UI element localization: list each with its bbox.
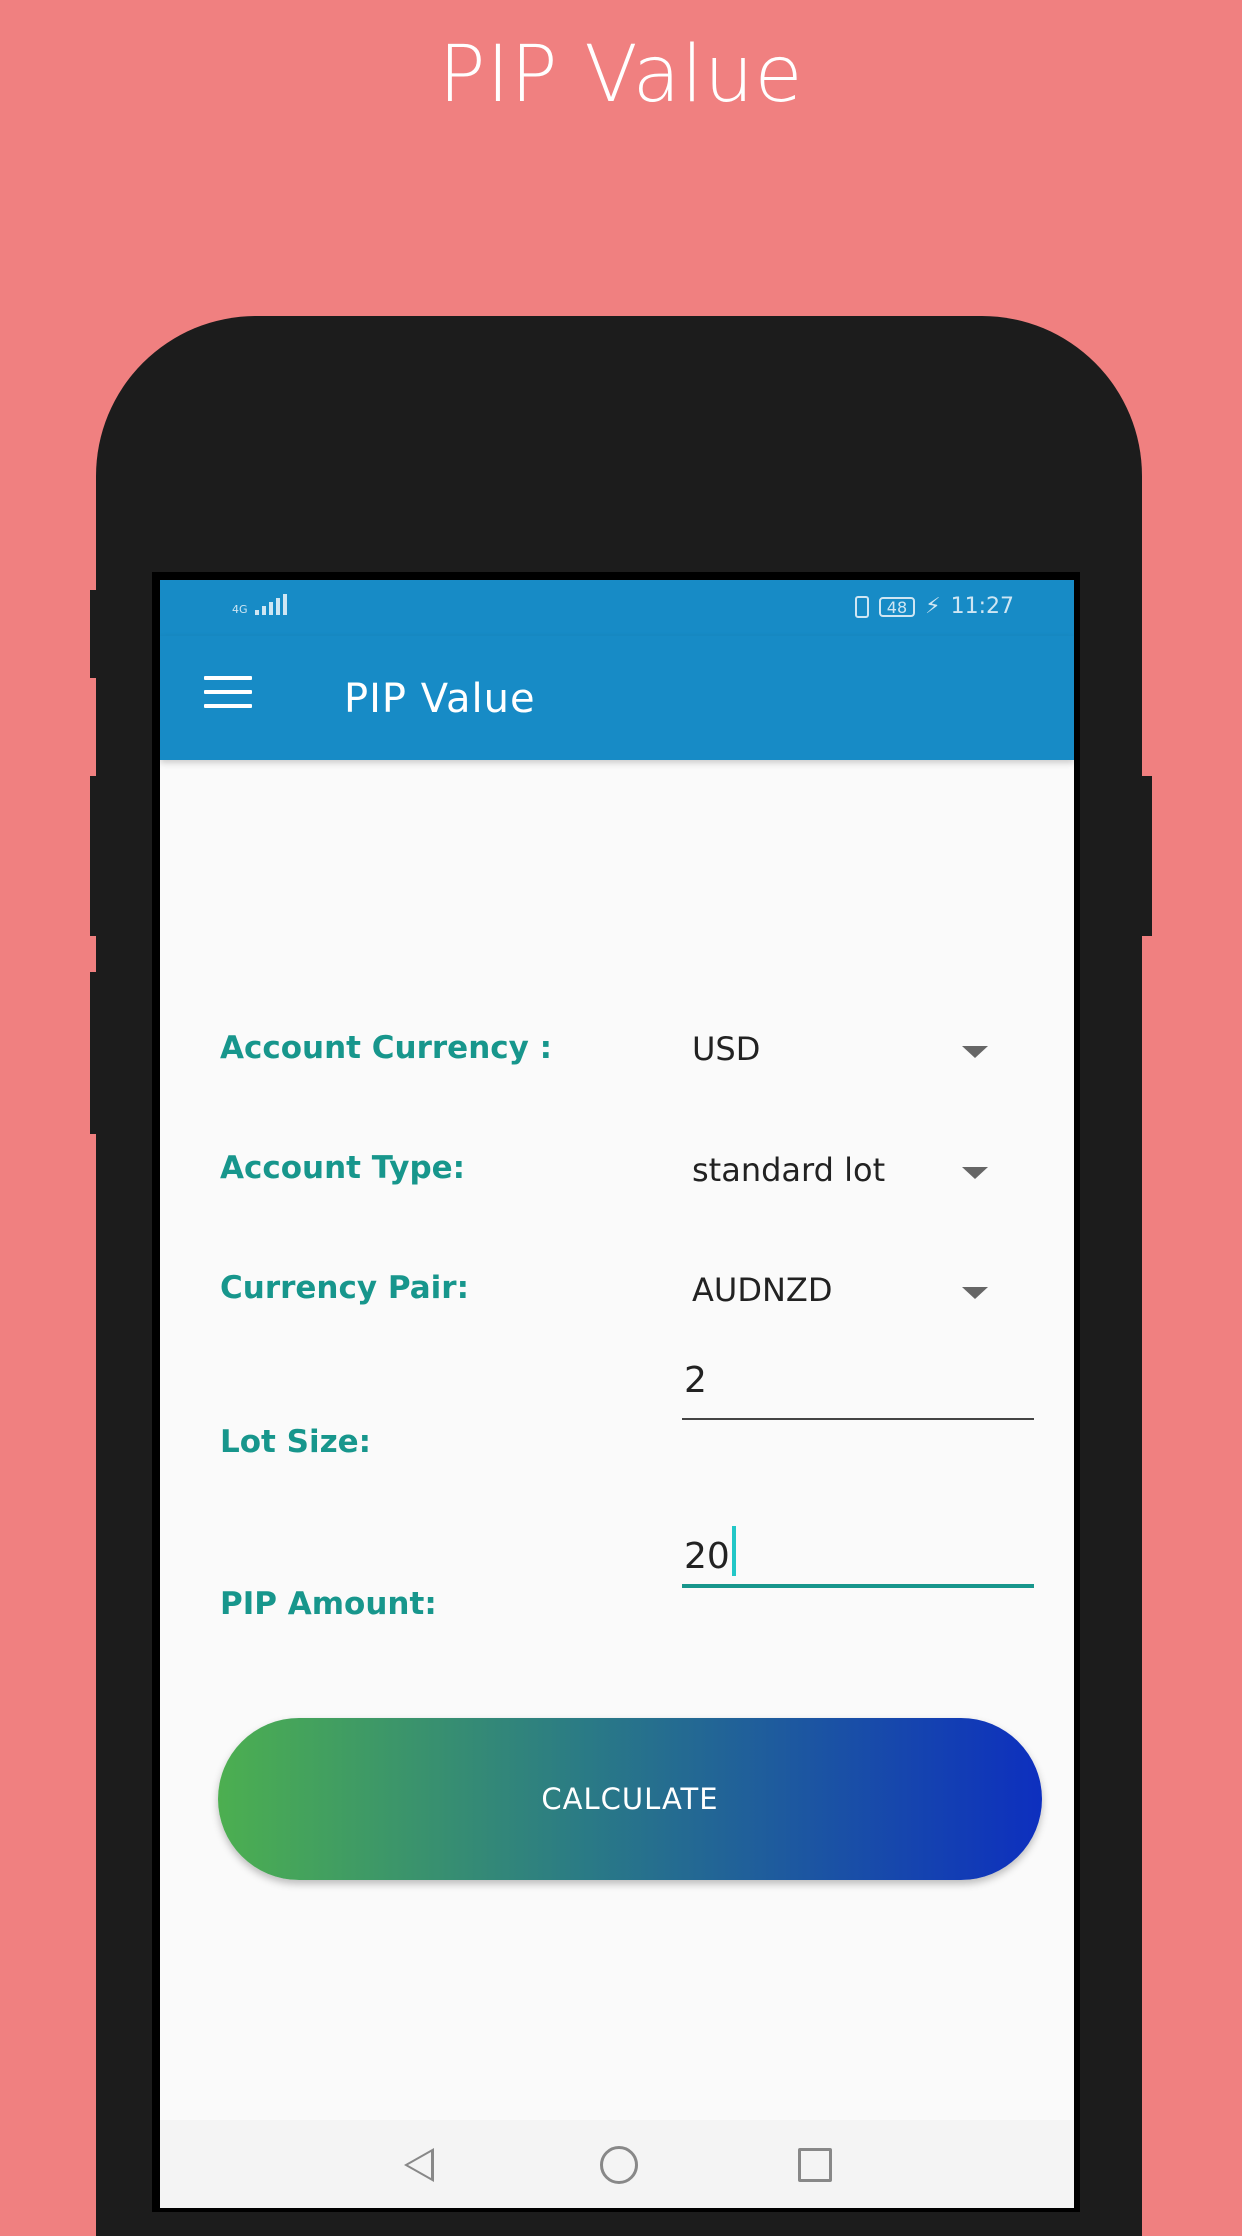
toolbar-title: PIP Value xyxy=(344,676,536,722)
account-type-dropdown[interactable]: standard lot xyxy=(690,1141,1010,1201)
clock: 11:27 xyxy=(950,594,1014,619)
signal-icon: 4G xyxy=(232,594,287,615)
account-currency-label: Account Currency : xyxy=(220,1030,553,1066)
pip-amount-input[interactable]: 20 xyxy=(682,1518,1034,1588)
currency-pair-dropdown[interactable]: AUDNZD xyxy=(690,1261,1010,1321)
account-currency-value: USD xyxy=(692,1030,761,1068)
lot-size-value: 2 xyxy=(684,1360,707,1401)
phone-side-button-right xyxy=(1138,776,1152,936)
app-toolbar: PIP Value xyxy=(160,636,1074,760)
currency-pair-value: AUDNZD xyxy=(692,1271,833,1309)
app-screen: 4G 48 ⚡ 11:27 PIP Value Account Currency… xyxy=(160,580,1074,2208)
account-currency-dropdown[interactable]: USD xyxy=(690,1020,1010,1080)
dropdown-arrow-icon xyxy=(962,1167,988,1179)
promo-title: PIP Value xyxy=(438,30,804,120)
text-cursor xyxy=(731,1526,736,1576)
system-nav-bar xyxy=(160,2120,1074,2208)
phone-side-button-left-3 xyxy=(90,972,104,1134)
account-type-label: Account Type: xyxy=(220,1150,466,1186)
phone-side-button-left-1 xyxy=(90,590,104,678)
calculate-button[interactable]: CALCULATE xyxy=(218,1718,1042,1880)
pip-amount-label: PIP Amount: xyxy=(220,1586,437,1622)
status-right: 48 ⚡ 11:27 xyxy=(854,594,1014,619)
account-type-value: standard lot xyxy=(692,1151,886,1189)
phone-side-button-left-2 xyxy=(90,776,104,936)
vibrate-icon xyxy=(854,595,869,618)
pip-amount-value: 20 xyxy=(684,1536,730,1577)
home-circle-icon[interactable] xyxy=(600,2146,638,2184)
status-bar: 4G 48 ⚡ 11:27 xyxy=(160,580,1074,636)
battery-level: 48 xyxy=(886,597,908,617)
calculate-button-label: CALCULATE xyxy=(541,1782,719,1816)
dropdown-arrow-icon xyxy=(962,1287,988,1299)
currency-pair-label: Currency Pair: xyxy=(220,1270,469,1306)
lot-size-label: Lot Size: xyxy=(220,1424,372,1460)
lot-size-input[interactable]: 2 xyxy=(682,1352,1034,1420)
network-type: 4G xyxy=(232,603,248,616)
dropdown-arrow-icon xyxy=(962,1046,988,1058)
battery-icon: 48 xyxy=(878,596,916,617)
recents-square-icon[interactable] xyxy=(798,2148,832,2182)
back-triangle-icon[interactable] xyxy=(404,2148,434,2182)
charging-icon: ⚡ xyxy=(925,594,941,619)
hamburger-menu-icon[interactable] xyxy=(204,676,254,712)
